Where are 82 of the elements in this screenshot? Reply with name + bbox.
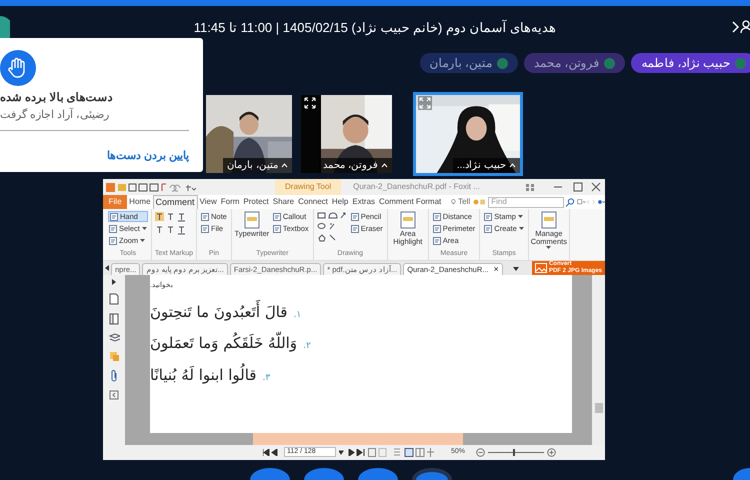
verse-text: قالَ أَتَعبُدونَ ما تَنحِتونَ xyxy=(150,300,288,323)
video-tile[interactable]: حبیب نژاد... xyxy=(413,92,523,176)
navigation-controls[interactable] xyxy=(577,197,605,207)
control-button[interactable] xyxy=(412,468,452,480)
quick-access-toolbar[interactable] xyxy=(106,182,196,192)
participant-chip[interactable]: متین، بارمان xyxy=(420,53,518,73)
verse-text: قالُوا ابنوا لَهُ بُنيانًا xyxy=(150,364,256,386)
meeting-title: هدیه‌های آسمان دوم (خانم حبیب نژاد) 1405/02/15 | 11:00 تا 11:45 xyxy=(194,18,556,38)
ribbon-tab[interactable]: Share xyxy=(270,195,296,209)
zoom-in-icon[interactable] xyxy=(547,448,556,456)
verse-text: وَاللّهُ خَلَقَكُم وَما تَعمَلونَ xyxy=(150,332,298,354)
tell-me-label[interactable]: Tell xyxy=(458,196,470,208)
video-tile[interactable]: متین، بارمان xyxy=(203,92,295,176)
close-tab-button[interactable]: × xyxy=(494,262,499,276)
notification-title: دست‌های بالا برده شده xyxy=(0,91,113,106)
tool-icon xyxy=(200,224,209,232)
find-field[interactable]: Find xyxy=(488,196,564,208)
chevron-icon[interactable] xyxy=(732,21,739,33)
panel-icon[interactable] xyxy=(109,390,119,400)
expand-panel-icon[interactable] xyxy=(112,279,116,285)
ribbon-tab[interactable]: Extras xyxy=(350,195,378,209)
ribbon-tab[interactable]: Comment xyxy=(152,195,198,209)
zoom-out-icon[interactable] xyxy=(476,448,486,456)
caret-icon[interactable] xyxy=(509,163,516,168)
caret-icon[interactable] xyxy=(381,163,388,168)
participant-chip[interactable]: حبیب نژاد، فاطمه xyxy=(631,53,750,73)
paperclip-icon[interactable] xyxy=(110,370,118,382)
video-tile[interactable]: فروتن، محمد xyxy=(298,92,395,176)
tab-list-icon[interactable] xyxy=(512,267,519,271)
contextual-tab-label: Drawing Tool xyxy=(275,179,342,195)
ribbon-tab[interactable]: Home xyxy=(127,195,153,209)
tool-icon xyxy=(109,224,117,232)
ribbon-tab[interactable]: View xyxy=(198,195,219,209)
page-icon[interactable] xyxy=(109,293,119,305)
window-controls[interactable] xyxy=(524,182,602,192)
shapes-icons[interactable] xyxy=(316,211,347,243)
verse-number: ۲. xyxy=(303,340,311,353)
tool-icon xyxy=(110,212,118,220)
caret-icon[interactable] xyxy=(281,163,288,168)
tool-icon xyxy=(350,224,359,232)
participant-chip[interactable]: فروتن، محمد xyxy=(524,53,626,73)
tool-icon xyxy=(432,224,441,232)
bookmark-panel-icon[interactable] xyxy=(109,313,119,325)
control-button[interactable] xyxy=(304,468,344,480)
person-icon[interactable] xyxy=(740,20,750,34)
verse-number: ۳. xyxy=(262,372,270,384)
control-button[interactable] xyxy=(733,468,750,480)
tool-icon xyxy=(484,224,492,232)
tool-icon xyxy=(350,212,359,220)
ribbon-tab[interactable]: Comment Format xyxy=(377,195,444,209)
tool-icon xyxy=(272,212,281,220)
ribbon-tab[interactable]: Connect xyxy=(296,195,330,209)
control-button[interactable] xyxy=(358,468,398,480)
next-page-icons[interactable] xyxy=(339,448,365,456)
notification-message: رضیئی، آراد اجازه گرفت xyxy=(0,107,110,124)
participant-name: متین، بارمان xyxy=(430,55,492,72)
participant-label: متین، بارمان xyxy=(227,159,278,173)
ribbon-tab[interactable]: Help xyxy=(330,195,350,209)
verse-number: ۱. xyxy=(293,308,302,322)
scroll-left-icon[interactable] xyxy=(105,265,109,271)
participant-name: حبیب نژاد، فاطمه xyxy=(641,55,730,72)
scrollbar[interactable] xyxy=(592,275,605,445)
tool-icon xyxy=(432,212,441,220)
participant-label: حبیب نژاد... xyxy=(456,159,506,173)
participant-name: فروتن، محمد xyxy=(534,55,600,72)
tool-icon xyxy=(272,224,281,232)
search-icon[interactable] xyxy=(565,198,576,206)
zoom-slider-thumb[interactable] xyxy=(513,448,516,456)
tool-icon xyxy=(109,236,117,244)
image-icon xyxy=(534,263,547,273)
control-button[interactable] xyxy=(250,468,290,480)
tool-icon xyxy=(200,212,209,220)
expand-icon[interactable] xyxy=(303,96,317,110)
window-title: Quran-2_DaneshchuR.pdf - Foxit ... xyxy=(353,181,480,193)
tool-icon xyxy=(484,212,492,220)
layers-icon[interactable] xyxy=(108,333,120,343)
lower-hands-link[interactable]: پایین بردن دست‌ها xyxy=(76,148,189,164)
page-layout-icons[interactable] xyxy=(368,448,434,456)
participant-label: فروتن، محمد xyxy=(323,159,378,173)
ribbon-tab[interactable]: Form xyxy=(218,195,242,209)
tool-icon xyxy=(432,236,441,244)
ribbon-tab[interactable]: Protect xyxy=(241,195,271,209)
